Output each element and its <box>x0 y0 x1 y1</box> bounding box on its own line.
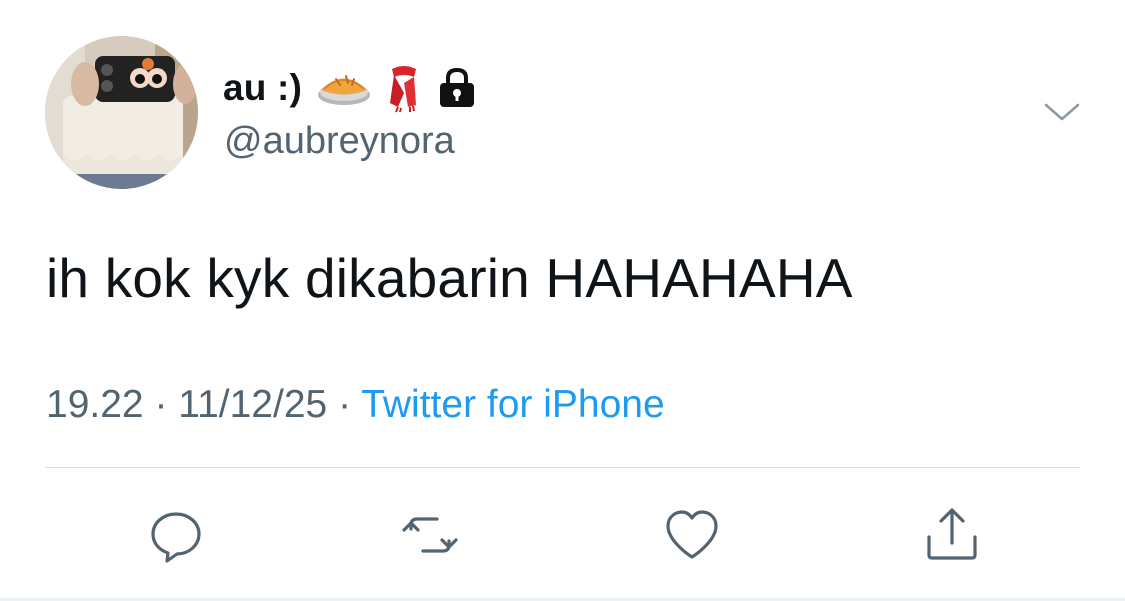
meta-separator: · <box>338 383 352 426</box>
display-name-row: au :) <box>223 62 478 114</box>
tweet-card: au :) @aubreynora ih kok kyk dikabarin H… <box>0 0 1125 601</box>
tweet-text: ih kok kyk dikabarin HAHAHAHA <box>46 247 853 309</box>
divider <box>45 467 1080 468</box>
scarf-emoji <box>386 63 422 113</box>
tweet-time: 19.22 <box>46 383 144 426</box>
lock-icon <box>436 66 478 110</box>
meta-separator: · <box>154 383 168 426</box>
chevron-down-icon[interactable] <box>1042 96 1082 128</box>
user-handle[interactable]: @aubreynora <box>224 120 455 163</box>
reply-icon[interactable] <box>146 505 206 565</box>
share-icon[interactable] <box>922 505 982 565</box>
display-name[interactable]: au :) <box>223 67 302 109</box>
pie-emoji <box>316 65 372 111</box>
retweet-icon[interactable] <box>400 505 460 565</box>
tweet-date: 11/12/25 <box>178 383 328 426</box>
tweet-meta: 19.22 · 11/12/25 · Twitter for iPhone <box>46 383 665 427</box>
avatar[interactable] <box>45 36 198 189</box>
like-icon[interactable] <box>662 505 722 565</box>
tweet-source-link[interactable]: Twitter for iPhone <box>361 383 664 426</box>
